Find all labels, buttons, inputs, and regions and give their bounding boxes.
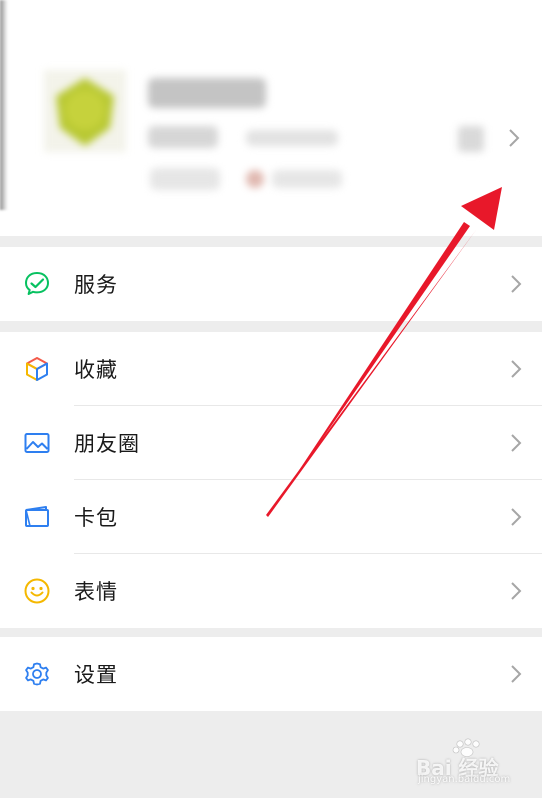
chevron-right-icon: [511, 275, 522, 293]
menu-item-moments[interactable]: 朋友圈: [0, 406, 542, 480]
screen-edge-shadow: [0, 0, 8, 210]
menu-label-cards: 卡包: [74, 506, 118, 530]
watermark-url: jingyan.baidu.com: [418, 774, 511, 785]
avatar: [44, 70, 126, 152]
menu-item-settings[interactable]: 设置: [0, 637, 542, 711]
menu-label-settings: 设置: [74, 663, 118, 687]
menu-label-moments: 朋友圈: [74, 432, 140, 456]
menu-item-stickers[interactable]: 表情: [0, 554, 542, 628]
menu-group-services: 服务: [0, 247, 542, 321]
chevron-right-icon: [511, 582, 522, 600]
menu-item-services[interactable]: 服务: [0, 247, 542, 321]
favorites-cube-icon: [22, 354, 52, 384]
menu-group-settings: 设置: [0, 637, 542, 711]
menu-label-favorites: 收藏: [74, 358, 118, 382]
nickname-blurred: [148, 78, 266, 108]
status-text-blurred: [272, 170, 342, 188]
chevron-right-icon: [509, 129, 520, 147]
menu-group-main: 收藏 朋友圈 卡包 表情: [0, 332, 542, 628]
gear-icon: [22, 659, 52, 689]
chevron-right-icon: [511, 434, 522, 452]
status-icon-blurred: [246, 170, 264, 188]
wechat-id-value-blurred: [246, 130, 338, 146]
chevron-right-icon: [511, 360, 522, 378]
status-blurred: [150, 168, 220, 190]
card-wallet-icon: [22, 502, 52, 532]
moments-image-icon: [22, 428, 52, 458]
profile-header[interactable]: [0, 0, 542, 236]
chevron-right-icon: [511, 508, 522, 526]
menu-item-favorites[interactable]: 收藏: [0, 332, 542, 406]
menu-label-stickers: 表情: [74, 580, 118, 604]
wechat-id-blurred: [148, 126, 218, 148]
menu-item-cards[interactable]: 卡包: [0, 480, 542, 554]
services-icon: [22, 269, 52, 299]
qr-code-icon[interactable]: [458, 126, 484, 152]
smiley-face-icon: [22, 576, 52, 606]
chevron-right-icon: [511, 665, 522, 683]
menu-label-services: 服务: [74, 273, 118, 297]
